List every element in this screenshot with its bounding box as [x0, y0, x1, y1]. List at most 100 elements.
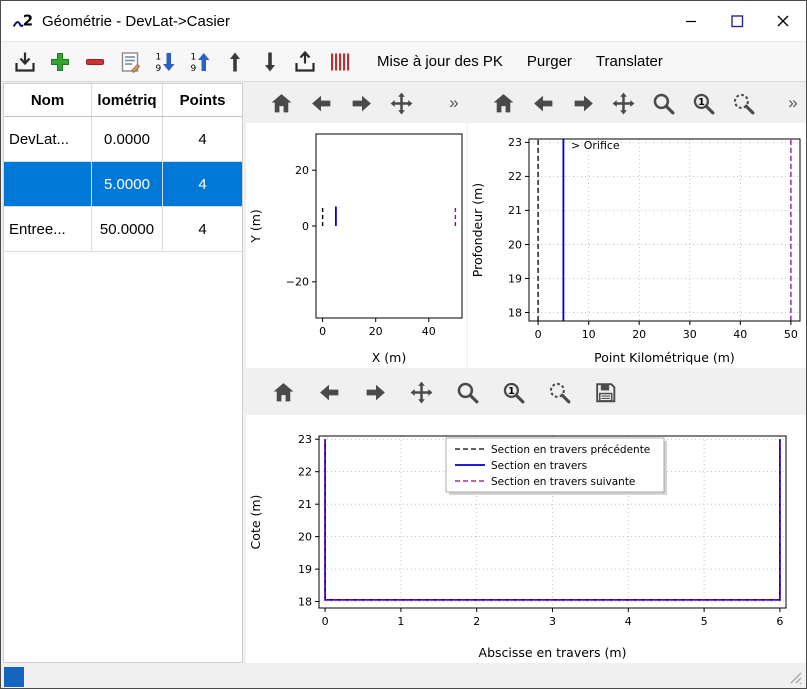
- svg-text:22: 22: [298, 466, 312, 479]
- arrow-left-icon: [317, 380, 342, 405]
- resize-grip[interactable]: [788, 670, 803, 685]
- cell-pk[interactable]: 0.0000: [92, 117, 163, 161]
- svg-text:20: 20: [508, 238, 522, 251]
- arrow-up-icon: [223, 50, 247, 74]
- svg-text:30: 30: [683, 328, 697, 341]
- update-pk-button[interactable]: Mise à jour des PK: [367, 46, 513, 77]
- cell-points[interactable]: 4: [163, 162, 242, 206]
- close-button[interactable]: [760, 1, 806, 41]
- pan-button[interactable]: [386, 88, 416, 118]
- arrow-left-icon: [531, 91, 556, 116]
- zoom-one-button[interactable]: [498, 377, 528, 407]
- cell-nom[interactable]: Entree...: [4, 207, 92, 251]
- svg-text:40: 40: [733, 328, 747, 341]
- zoom-one-button[interactable]: [688, 88, 718, 118]
- pan-button[interactable]: [608, 88, 638, 118]
- svg-text:0: 0: [322, 615, 329, 628]
- svg-text:> Orifice: > Orifice: [571, 139, 620, 152]
- sort-ascending-button[interactable]: [184, 46, 215, 77]
- sort-numeric-down-icon: [153, 50, 177, 74]
- toolbar-overflow-button[interactable]: »: [784, 93, 802, 113]
- header-pk[interactable]: lométriq: [92, 84, 163, 116]
- svg-text:Profondeur (m): Profondeur (m): [470, 183, 485, 277]
- svg-text:40: 40: [422, 325, 436, 338]
- header-points[interactable]: Points: [163, 84, 242, 116]
- home-button[interactable]: [266, 88, 296, 118]
- back-button[interactable]: [528, 88, 558, 118]
- window-controls: [668, 1, 806, 41]
- svg-text:20: 20: [369, 325, 383, 338]
- move-down-button[interactable]: [254, 46, 285, 77]
- pan-move-icon: [409, 380, 434, 405]
- plan-view-canvas[interactable]: 02040−20020X (m)Y (m): [246, 123, 467, 368]
- cell-points[interactable]: 4: [163, 117, 242, 161]
- purger-button[interactable]: Purger: [517, 46, 582, 77]
- svg-text:Cote (m): Cote (m): [248, 495, 263, 550]
- plan-view-figure: » 02040−20020X (m)Y (m): [246, 83, 467, 368]
- table-row[interactable]: Entree... 50.0000 4: [4, 207, 242, 252]
- zoom-button[interactable]: [452, 377, 482, 407]
- cell-nom[interactable]: DevLat...: [4, 117, 92, 161]
- svg-text:23: 23: [508, 136, 522, 149]
- zoom-region-button[interactable]: [544, 377, 574, 407]
- arrow-down-icon: [258, 50, 282, 74]
- magnifier-icon: [651, 91, 676, 116]
- svg-text:Y (m): Y (m): [248, 209, 263, 244]
- header-nom[interactable]: Nom: [4, 84, 92, 116]
- profile-view-canvas[interactable]: 01020304050181920212223Point Kilométriqu…: [468, 123, 806, 368]
- close-icon: [771, 9, 795, 33]
- home-button[interactable]: [488, 88, 518, 118]
- import-button[interactable]: [9, 46, 40, 77]
- back-button[interactable]: [306, 88, 336, 118]
- minimize-button[interactable]: [668, 1, 714, 41]
- forward-button[interactable]: [568, 88, 598, 118]
- svg-text:0: 0: [302, 220, 309, 233]
- magnifier-one-icon: [691, 91, 716, 116]
- toolbar-overflow-button[interactable]: »: [445, 93, 463, 113]
- sort-descending-button[interactable]: [149, 46, 180, 77]
- svg-text:21: 21: [298, 498, 312, 511]
- translater-button[interactable]: Translater: [586, 46, 673, 77]
- add-section-button[interactable]: [44, 46, 75, 77]
- home-icon: [491, 91, 516, 116]
- tray-import-icon: [13, 50, 37, 74]
- forward-button[interactable]: [360, 377, 390, 407]
- svg-text:19: 19: [508, 272, 522, 285]
- arrow-right-icon: [363, 380, 388, 405]
- edit-section-button[interactable]: [114, 46, 145, 77]
- back-button[interactable]: [314, 377, 344, 407]
- save-figure-button[interactable]: [590, 377, 620, 407]
- svg-text:4: 4: [625, 615, 632, 628]
- home-icon: [269, 91, 294, 116]
- pk-stripes-button[interactable]: [324, 46, 355, 77]
- cell-pk[interactable]: 50.0000: [92, 207, 163, 251]
- pan-button[interactable]: [406, 377, 436, 407]
- svg-text:−20: −20: [286, 276, 309, 289]
- floppy-icon: [593, 380, 618, 405]
- zoom-button[interactable]: [648, 88, 678, 118]
- export-button[interactable]: [289, 46, 320, 77]
- cross-section-canvas[interactable]: 0123456181920212223Abscisse en travers (…: [246, 415, 806, 663]
- svg-text:18: 18: [298, 595, 312, 608]
- arrow-right-icon: [571, 91, 596, 116]
- home-button[interactable]: [268, 377, 298, 407]
- svg-text:X (m): X (m): [372, 350, 406, 365]
- titlebar[interactable]: 2 Géométrie - DevLat->Casier: [1, 1, 806, 41]
- move-up-button[interactable]: [219, 46, 250, 77]
- svg-text:0: 0: [319, 325, 326, 338]
- cell-pk[interactable]: 5.0000: [92, 162, 163, 206]
- forward-button[interactable]: [346, 88, 376, 118]
- table-row[interactable]: DevLat... 0.0000 4: [4, 117, 242, 162]
- maximize-button[interactable]: [714, 1, 760, 41]
- plus-icon: [48, 50, 72, 74]
- zoom-region-button[interactable]: [728, 88, 758, 118]
- magnifier-one-icon: [501, 380, 526, 405]
- table-row-selected[interactable]: 5.0000 4: [4, 162, 242, 207]
- cell-nom[interactable]: [4, 162, 92, 206]
- svg-text:6: 6: [776, 615, 783, 628]
- profile-view-toolbar: »: [468, 83, 806, 123]
- remove-section-button[interactable]: [79, 46, 110, 77]
- magnifier-region-icon: [547, 380, 572, 405]
- cell-points[interactable]: 4: [163, 207, 242, 251]
- magnifier-region-icon: [731, 91, 756, 116]
